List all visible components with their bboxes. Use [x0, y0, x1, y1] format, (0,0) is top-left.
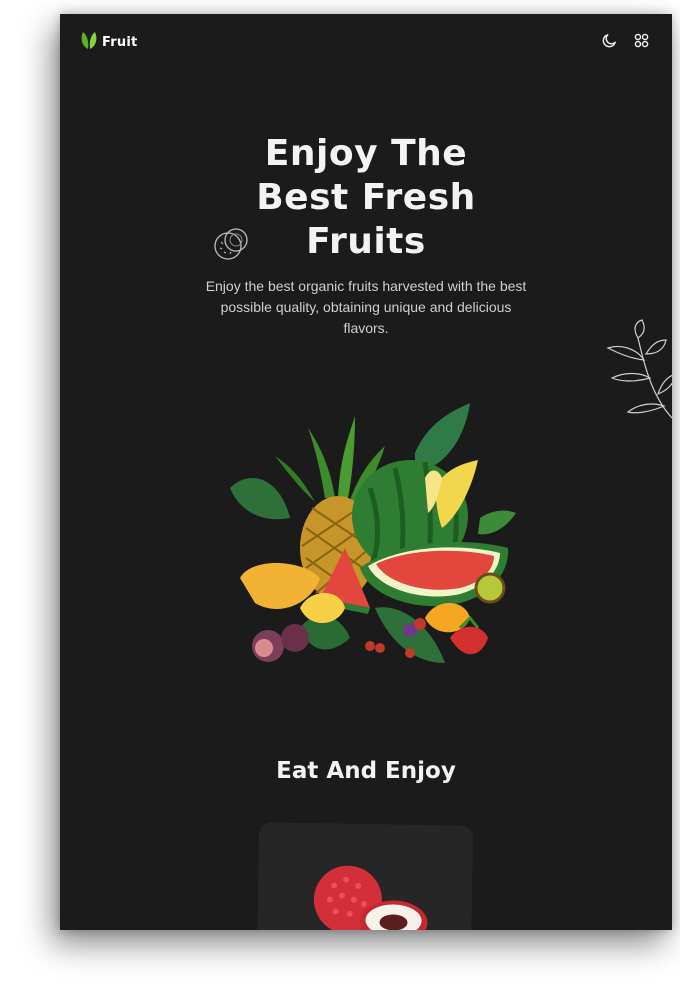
logo-text: Fruit [102, 34, 138, 50]
moon-icon[interactable] [600, 31, 618, 49]
hero-title-line-1: Enjoy The [264, 133, 468, 174]
leaf-branch-icon [606, 318, 672, 432]
page-frame: Fruit Enjoy The Best Fresh Fruits Enjoy … [60, 14, 672, 930]
product-card[interactable] [256, 822, 474, 930]
logo[interactable]: Fruit [80, 30, 137, 54]
hero-description: Enjoy the best organic fruits harvested … [205, 278, 527, 336]
header: Fruit [60, 14, 672, 70]
hero-title: Enjoy The Best Fresh Fruits [60, 132, 672, 264]
hero-title-line-2: Best Fresh [256, 177, 476, 218]
leaf-icon [80, 30, 98, 54]
fruit-outline-icon [212, 224, 252, 268]
section-title: Eat And Enjoy [276, 758, 456, 784]
lychee-image [309, 859, 430, 930]
hero-title-line-3: Fruits [306, 221, 426, 262]
fruit-arrangement-image [220, 398, 520, 688]
grid-icon[interactable] [632, 31, 650, 49]
